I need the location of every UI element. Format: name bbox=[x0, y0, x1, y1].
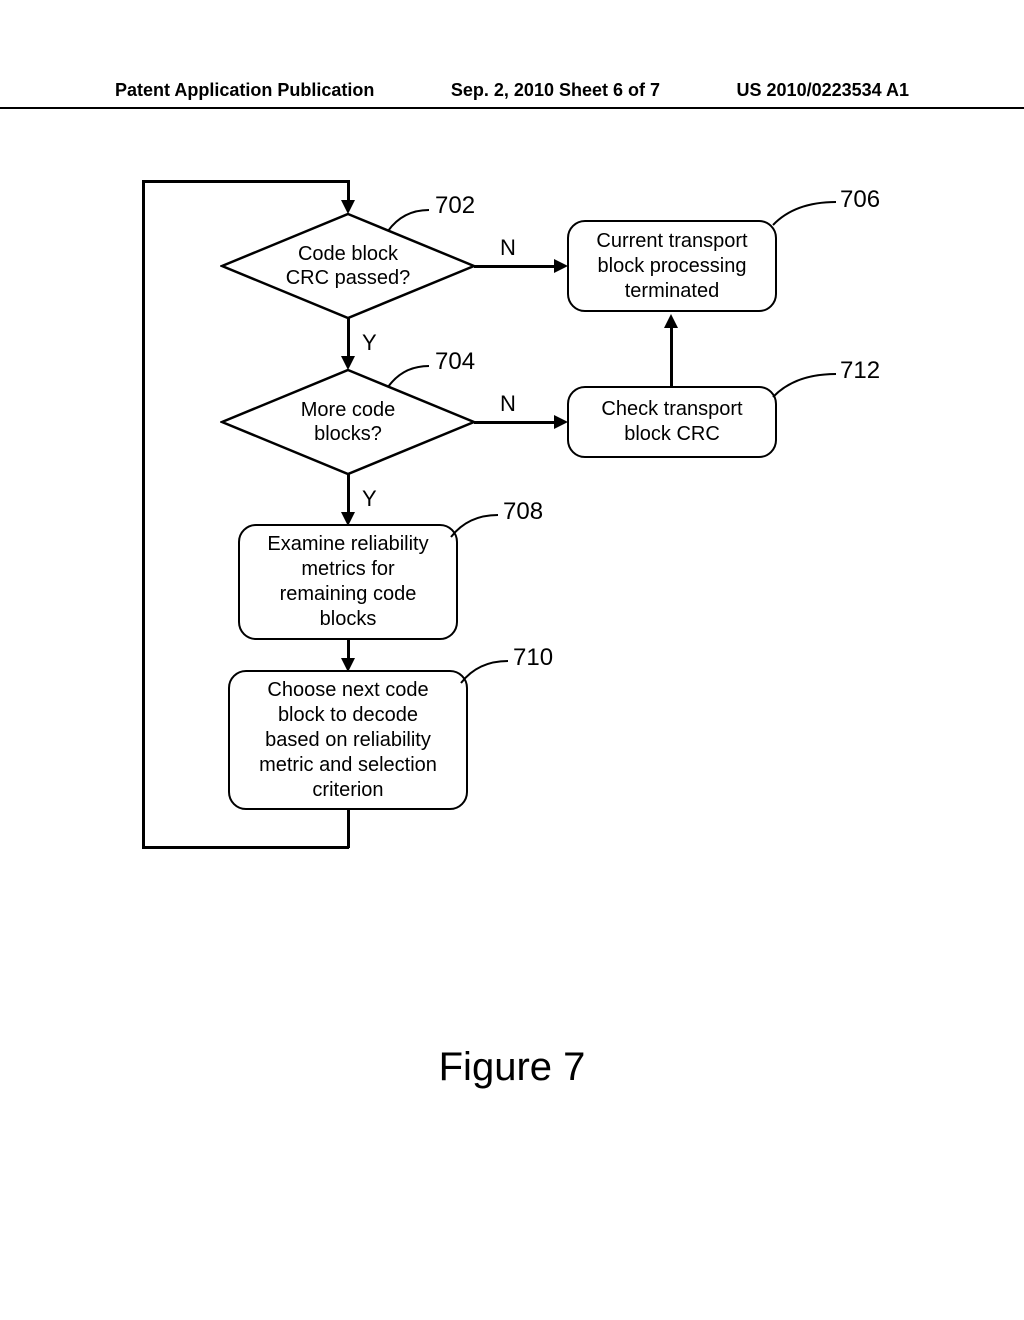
arrow-704-712-head bbox=[554, 415, 568, 429]
leader-712 bbox=[770, 370, 840, 400]
loop-line-top bbox=[142, 180, 349, 183]
decision-704: More code blocks? bbox=[220, 368, 476, 476]
figure-title: Figure 7 bbox=[0, 1045, 1024, 1090]
loop-line-up bbox=[142, 180, 145, 848]
header-center: Sep. 2, 2010 Sheet 6 of 7 bbox=[451, 80, 660, 101]
process-710-line4: metric and selection bbox=[259, 753, 437, 778]
process-710-line3: based on reliability bbox=[259, 728, 437, 753]
process-706-line3: terminated bbox=[596, 279, 747, 304]
process-712-line2: block CRC bbox=[601, 422, 742, 447]
label-702-yes: Y bbox=[362, 330, 377, 356]
process-712-line1: Check transport bbox=[601, 397, 742, 422]
arrow-702-706-line bbox=[474, 265, 556, 268]
leader-706 bbox=[770, 198, 840, 228]
process-710-line1: Choose next code bbox=[259, 678, 437, 703]
label-704-no: N bbox=[500, 391, 516, 417]
ref-710: 710 bbox=[513, 644, 553, 672]
arrow-712-706-line bbox=[670, 326, 673, 386]
arrow-702-706-head bbox=[554, 259, 568, 273]
decision-702-line1: Code block bbox=[286, 242, 411, 266]
arrow-712-706-head bbox=[664, 314, 678, 328]
loop-line-left bbox=[142, 846, 349, 849]
process-708-line1: Examine reliability bbox=[267, 532, 428, 557]
decision-702: Code block CRC passed? bbox=[220, 212, 476, 320]
ref-708: 708 bbox=[503, 498, 543, 526]
loop-line-down bbox=[347, 810, 350, 848]
process-710-line5: criterion bbox=[259, 778, 437, 803]
arrow-704-712-line bbox=[474, 421, 556, 424]
decision-704-line1: More code bbox=[301, 398, 396, 422]
process-708: Examine reliability metrics for remainin… bbox=[238, 524, 458, 640]
process-710-line2: block to decode bbox=[259, 703, 437, 728]
leader-704 bbox=[385, 360, 435, 390]
header-right: US 2010/0223534 A1 bbox=[737, 80, 909, 101]
page-header: Patent Application Publication Sep. 2, 2… bbox=[0, 80, 1024, 109]
ref-706: 706 bbox=[840, 186, 880, 214]
arrow-704-708-line bbox=[347, 474, 350, 516]
process-708-line2: metrics for bbox=[267, 557, 428, 582]
header-left: Patent Application Publication bbox=[115, 80, 374, 101]
process-708-line4: blocks bbox=[267, 607, 428, 632]
decision-702-line2: CRC passed? bbox=[286, 266, 411, 290]
process-712: Check transport block CRC bbox=[567, 386, 777, 458]
label-702-no: N bbox=[500, 235, 516, 261]
ref-702: 702 bbox=[435, 192, 475, 220]
leader-702 bbox=[385, 204, 435, 234]
leader-708 bbox=[448, 510, 503, 540]
process-706-line1: Current transport bbox=[596, 229, 747, 254]
flowchart-diagram: Code block CRC passed? 702 N Current tra… bbox=[0, 170, 1024, 1070]
process-706-line2: block processing bbox=[596, 254, 747, 279]
ref-712: 712 bbox=[840, 357, 880, 385]
process-710: Choose next code block to decode based o… bbox=[228, 670, 468, 810]
label-704-yes: Y bbox=[362, 486, 377, 512]
leader-710 bbox=[458, 656, 513, 686]
decision-704-line2: blocks? bbox=[301, 422, 396, 446]
process-708-line3: remaining code bbox=[267, 582, 428, 607]
process-706: Current transport block processing termi… bbox=[567, 220, 777, 312]
ref-704: 704 bbox=[435, 348, 475, 376]
arrow-702-704-line bbox=[347, 318, 350, 360]
